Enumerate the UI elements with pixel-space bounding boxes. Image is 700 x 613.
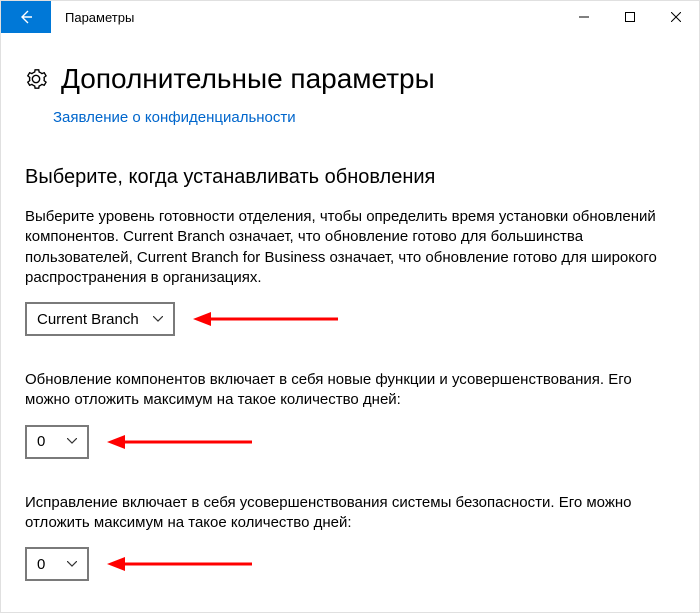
close-icon [671, 12, 681, 22]
annotation-arrow [107, 431, 252, 453]
maximize-button[interactable] [607, 1, 653, 33]
quality-defer-description: Исправление включает в себя усовершенств… [25, 493, 665, 534]
branch-description: Выберите уровень готовности отделения, ч… [25, 207, 665, 288]
page-title: Дополнительные параметры [61, 63, 435, 95]
content: Дополнительные параметры Заявление о кон… [1, 33, 699, 581]
section-heading: Выберите, когда устанавливать обновления [25, 166, 675, 189]
chevron-down-icon [67, 559, 77, 570]
page-header: Дополнительные параметры [25, 63, 675, 95]
chevron-down-icon [67, 436, 77, 447]
minimize-button[interactable] [561, 1, 607, 33]
privacy-link[interactable]: Заявление о конфиденциальности [53, 109, 675, 126]
quality-defer-value: 0 [37, 556, 45, 573]
annotation-arrow [193, 308, 338, 330]
feature-defer-description: Обновление компонентов включает в себя н… [25, 370, 665, 411]
back-button[interactable] [1, 1, 51, 33]
quality-defer-select[interactable]: 0 [25, 547, 89, 581]
titlebar: Параметры [1, 1, 699, 33]
branch-select-value: Current Branch [37, 311, 139, 328]
annotation-arrow [107, 553, 252, 575]
close-button[interactable] [653, 1, 699, 33]
minimize-icon [579, 12, 589, 22]
branch-select[interactable]: Current Branch [25, 302, 175, 336]
maximize-icon [625, 12, 635, 22]
window-title: Параметры [51, 1, 561, 33]
gear-icon [25, 68, 47, 90]
feature-defer-select[interactable]: 0 [25, 425, 89, 459]
chevron-down-icon [153, 314, 163, 325]
arrow-left-icon [18, 9, 34, 25]
feature-defer-value: 0 [37, 433, 45, 450]
window-controls [561, 1, 699, 33]
